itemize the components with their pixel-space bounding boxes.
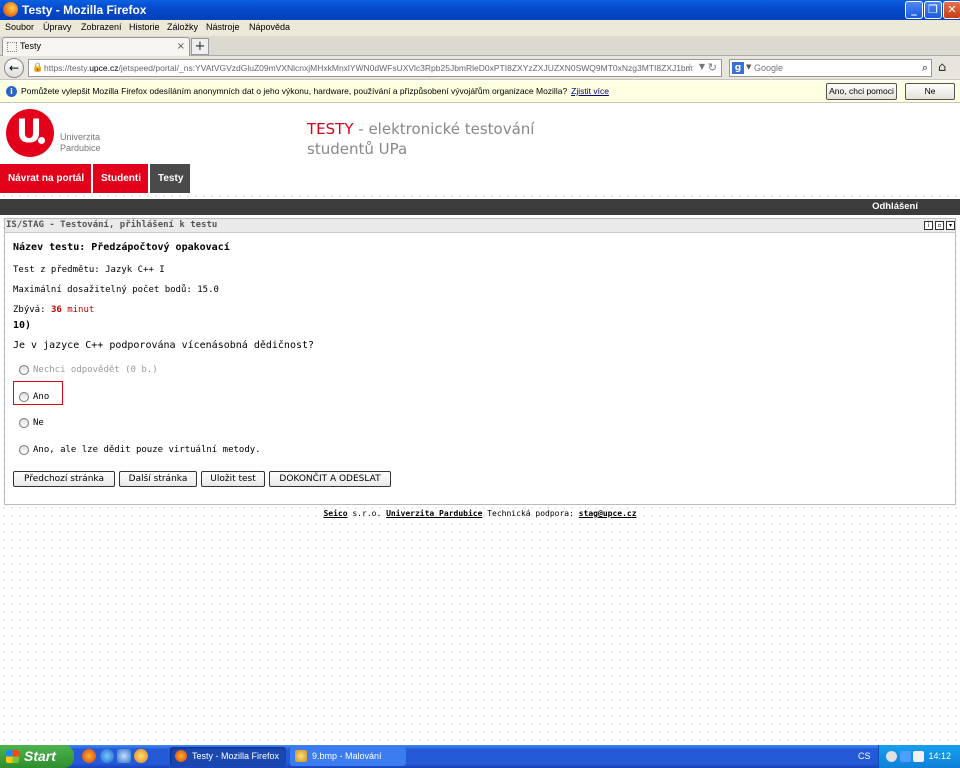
- tray-icon-1[interactable]: [886, 751, 897, 762]
- firefox-task-icon: [175, 750, 187, 762]
- seico-link[interactable]: Seico: [323, 509, 347, 518]
- close-button[interactable]: ✕: [943, 1, 960, 19]
- panel-maximize-icon[interactable]: ▫: [935, 221, 944, 230]
- yes-help-button[interactable]: Ano, chci pomoci: [826, 83, 897, 100]
- menu-edit[interactable]: Úpravy: [43, 22, 72, 32]
- page-icon: [7, 42, 17, 52]
- navigation-bar: ← 🔒 https://testy.upce.cz/jetspeed/porta…: [0, 56, 960, 80]
- question-number: 10): [13, 320, 32, 331]
- finish-submit-button[interactable]: DOKONČIT A ODESLAT: [269, 471, 391, 487]
- reload-icon[interactable]: ↻: [708, 61, 717, 74]
- bookmark-star-icon[interactable]: ☆: [685, 61, 695, 74]
- radio-ano-virtual[interactable]: [19, 445, 29, 455]
- question-text: Je v jazyce C++ podporována vícenásobná …: [13, 340, 315, 351]
- tray-icon-2[interactable]: [900, 751, 911, 762]
- radio-ne[interactable]: [19, 418, 29, 428]
- url-dropdown-icon[interactable]: ▼: [699, 62, 705, 71]
- lock-icon: 🔒: [32, 63, 44, 73]
- info-icon: i: [6, 86, 17, 97]
- notification-bar: i Pomůžete vylepšit Mozilla Firefox odes…: [0, 81, 960, 103]
- back-button[interactable]: ←: [4, 58, 24, 78]
- notification-message: Pomůžete vylepšit Mozilla Firefox odesíl…: [21, 86, 609, 96]
- panel-header: IS/STAG - Testování, přihlášení k testu …: [5, 219, 955, 233]
- site-title: TESTY - elektronické testování studentů …: [307, 120, 535, 158]
- start-button[interactable]: Start: [0, 745, 74, 768]
- minimize-button[interactable]: _: [905, 1, 923, 19]
- menu-file[interactable]: Soubor: [5, 22, 34, 32]
- firefox-icon: [3, 2, 18, 17]
- clock: 14:12: [928, 751, 951, 761]
- university-name: Univerzita Pardubice: [60, 132, 101, 153]
- university-link[interactable]: Univerzita Pardubice: [386, 509, 482, 518]
- max-points: Maximální dosažitelný počet bodů: 15.0: [13, 285, 219, 295]
- next-page-button[interactable]: Další stránka: [119, 471, 197, 487]
- search-input[interactable]: [754, 61, 904, 75]
- learn-more-link[interactable]: Zjistit více: [571, 86, 609, 96]
- panel-info-icon[interactable]: i: [924, 221, 933, 230]
- url-bar[interactable]: 🔒 https://testy.upce.cz/jetspeed/portal/…: [28, 59, 722, 77]
- windows-flag-icon: [6, 750, 19, 763]
- radio-no-answer[interactable]: [19, 365, 29, 375]
- window-title: Testy - Mozilla Firefox: [22, 3, 147, 17]
- menu-bar: Soubor Úpravy Zobrazení Historie Záložky…: [0, 20, 960, 36]
- page-content: U Univerzita Pardubice TESTY - elektroni…: [0, 104, 960, 745]
- tray-icon-3[interactable]: [913, 751, 924, 762]
- no-button[interactable]: Ne: [905, 83, 955, 100]
- search-engine-dropdown-icon[interactable]: ▼: [746, 63, 751, 71]
- media-quicklaunch-icon[interactable]: [134, 749, 148, 763]
- home-icon[interactable]: ⌂: [938, 60, 946, 75]
- taskbar: Start Testy - Mozilla Firefox 9.bmp - Ma…: [0, 745, 960, 768]
- top-bar: Odhlášení: [0, 199, 960, 215]
- save-test-button[interactable]: Uložit test: [201, 471, 265, 487]
- nav-tests[interactable]: Testy: [150, 164, 190, 193]
- logout-link[interactable]: Odhlášení: [872, 201, 918, 212]
- tab-strip: Testy × +: [0, 36, 960, 56]
- menu-help[interactable]: Nápověda: [249, 22, 290, 32]
- site-header: U Univerzita Pardubice TESTY - elektroni…: [0, 104, 960, 194]
- menu-bookmarks[interactable]: Záložky: [167, 22, 198, 32]
- ie-quicklaunch-icon[interactable]: [100, 749, 114, 763]
- panel-minimize-icon[interactable]: ▾: [946, 221, 955, 230]
- support-email-link[interactable]: stag@upce.cz: [579, 509, 637, 518]
- desktop-quicklaunch-icon[interactable]: [117, 749, 131, 763]
- menu-history[interactable]: Historie: [129, 22, 160, 32]
- search-icon[interactable]: ⌕: [922, 61, 928, 75]
- university-logo[interactable]: U: [6, 109, 54, 157]
- system-tray: 14:12: [878, 745, 960, 768]
- task-firefox[interactable]: Testy - Mozilla Firefox: [170, 747, 286, 766]
- google-icon[interactable]: g: [732, 62, 744, 74]
- new-tab-button[interactable]: +: [191, 38, 209, 55]
- panel-title: IS/STAG - Testování, přihlášení k testu: [6, 220, 218, 230]
- test-subject: Test z předmětu: Jazyk C++ I: [13, 265, 165, 275]
- close-tab-icon[interactable]: ×: [177, 41, 185, 52]
- language-indicator[interactable]: CS: [858, 751, 871, 761]
- menu-view[interactable]: Zobrazení: [81, 22, 122, 32]
- remaining-time: Zbývá: 36 minut: [13, 305, 95, 315]
- task-paint[interactable]: 9.bmp - Malování: [290, 747, 406, 766]
- paint-task-icon: [295, 750, 307, 762]
- previous-page-button[interactable]: Předchozí stránka: [13, 471, 115, 487]
- nav-students[interactable]: Studenti: [93, 164, 148, 193]
- test-name: Název testu: Předzápočtový opakovací: [13, 242, 230, 253]
- window-titlebar: Testy - Mozilla Firefox _ ❐ ✕: [0, 0, 960, 20]
- menu-tools[interactable]: Nástroje: [206, 22, 240, 32]
- maximize-button[interactable]: ❐: [924, 1, 942, 19]
- tab-testy[interactable]: Testy ×: [2, 37, 190, 56]
- page-footer: Seico s.r.o. Univerzita Pardubice Techni…: [323, 509, 637, 518]
- test-panel: IS/STAG - Testování, přihlášení k testu …: [4, 218, 956, 505]
- nav-portal[interactable]: Návrat na portál: [0, 164, 91, 193]
- search-bar: g ▼ ⌕: [729, 59, 932, 77]
- url-text: https://testy.upce.cz/jetspeed/portal/_n…: [44, 63, 692, 73]
- tab-label: Testy: [20, 41, 42, 51]
- radio-ano[interactable]: [19, 392, 29, 402]
- firefox-quicklaunch-icon[interactable]: [82, 749, 96, 763]
